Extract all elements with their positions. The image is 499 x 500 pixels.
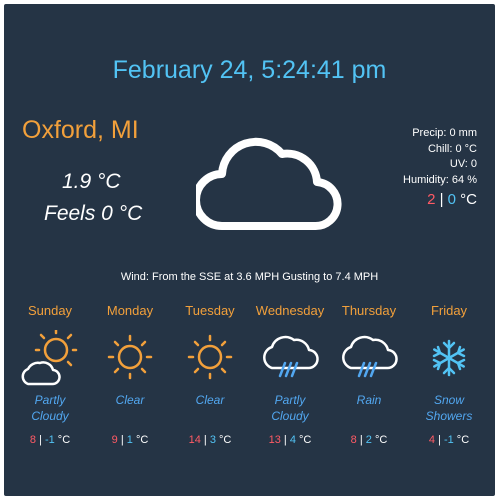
wind-info: Wind: From the SSE at 3.6 MPH Gusting to… <box>120 271 379 283</box>
rain-cloud-icon <box>248 330 332 388</box>
forecast-unit: °C <box>215 434 232 446</box>
forecast-day: Thursday Rain 8 | 2 °C <box>327 302 411 446</box>
forecast-description: Rain <box>327 392 411 424</box>
forecast-description-line1: Partly <box>274 393 306 407</box>
forecast-low: -1 <box>44 434 55 446</box>
forecast-high-low: 8 | -1 °C <box>8 434 92 446</box>
today-low: 0 <box>447 191 456 208</box>
partly-cloudy-icon <box>8 330 92 388</box>
forecast-day-name: Tuesday <box>185 303 235 318</box>
forecast-high-low: 8 | 2 °C <box>327 434 411 446</box>
forecast-day-name: Sunday <box>27 303 73 318</box>
forecast-description-line1: Clear <box>195 393 225 407</box>
forecast-day: Wednesday Partly Cloudy 13 | 4 °C <box>248 302 332 446</box>
forecast-unit: °C <box>453 434 470 446</box>
forecast-description-line2: Showers <box>425 409 473 423</box>
forecast-day-name: Monday <box>106 303 154 318</box>
forecast-high: 14 <box>188 434 201 446</box>
forecast-unit: °C <box>54 434 71 446</box>
forecast-separator: | <box>200 434 210 446</box>
sun-icon <box>88 330 172 388</box>
forecast-day: Tuesday Clear 14 | 3 °C <box>168 302 252 446</box>
chill-stat: Chill: 0 °C <box>427 142 477 155</box>
current-datetime: February 24, 5:24:41 pm <box>112 56 387 84</box>
forecast-high-low: 13 | 4 °C <box>248 434 332 446</box>
forecast-day: Sunday Partly Cloudy 8 | -1 °C <box>8 302 92 446</box>
forecast-unit: °C <box>132 434 149 446</box>
forecast-low: -1 <box>443 434 454 446</box>
sun-icon <box>168 330 252 388</box>
rain-cloud-icon <box>327 330 411 388</box>
forecast-separator: | <box>356 434 366 446</box>
forecast-description-line1: Rain <box>356 393 382 407</box>
forecast-day-name: Wednesday <box>255 303 325 318</box>
cloud-icon <box>192 128 342 234</box>
forecast-description-line2: Cloudy <box>31 409 69 423</box>
today-separator: | <box>435 191 448 208</box>
precip-stat: Precip: 0 mm <box>412 127 477 139</box>
forecast-description-line1: Clear <box>115 393 145 407</box>
forecast-day: Monday Clear 9 | 1 °C <box>88 302 172 446</box>
snowflake-icon <box>407 330 491 388</box>
uv-stat: UV: 0 <box>449 158 477 170</box>
forecast-description: Clear <box>88 392 172 424</box>
today-unit: °C <box>456 191 477 208</box>
forecast-high: 13 <box>268 434 281 446</box>
current-temperature: 1.9 °C <box>62 170 121 193</box>
forecast-description: Partly Cloudy <box>8 392 92 424</box>
today-high-low: 2 | 0 °C <box>427 191 477 208</box>
forecast-day: Friday Snow Showers 4 | -1 °C <box>407 302 491 446</box>
forecast-separator: | <box>117 434 127 446</box>
humidity-stat: Humidity: 64 % <box>403 173 477 186</box>
forecast-high-low: 9 | 1 °C <box>88 434 172 446</box>
forecast-description: Clear <box>168 392 252 424</box>
forecast-description-line1: Partly <box>34 393 66 407</box>
forecast-day-name: Friday <box>430 303 468 318</box>
forecast-unit: °C <box>295 434 312 446</box>
forecast-description: Partly Cloudy <box>248 392 332 424</box>
forecast-separator: | <box>35 434 45 446</box>
forecast-unit: °C <box>371 434 388 446</box>
location-name: Oxford, MI <box>22 116 139 144</box>
feels-like-temperature: Feels 0 °C <box>44 202 143 225</box>
forecast-day-name: Thursday <box>341 303 397 318</box>
forecast-description: Snow Showers <box>407 392 491 424</box>
forecast-high-low: 4 | -1 °C <box>407 434 491 446</box>
forecast-high-low: 14 | 3 °C <box>168 434 252 446</box>
forecast-separator: | <box>280 434 290 446</box>
forecast-separator: | <box>434 434 444 446</box>
forecast-description-line2: Cloudy <box>271 409 309 423</box>
forecast-description-line1: Snow <box>433 393 465 407</box>
weather-stats: Precip: 0 mm Chill: 0 °C UV: 0 Humidity:… <box>403 126 477 188</box>
